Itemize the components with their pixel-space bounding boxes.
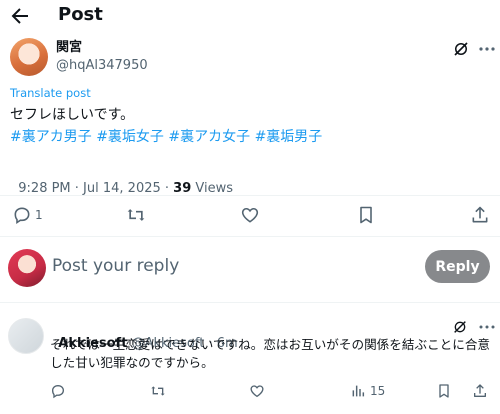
views-count: 39 — [173, 181, 192, 196]
avatar[interactable] — [10, 38, 48, 76]
more-icon[interactable] — [478, 41, 496, 57]
grok-icon[interactable] — [452, 319, 468, 335]
share-icon — [474, 384, 486, 397]
post-text: セフレほしいです。 — [10, 107, 135, 123]
heart-icon — [250, 385, 264, 398]
avatar — [8, 249, 46, 287]
reply-count: 1 — [35, 208, 43, 222]
more-icon[interactable] — [478, 320, 496, 334]
bookmark-action[interactable] — [436, 383, 452, 399]
avatar[interactable] — [8, 318, 44, 354]
views-action[interactable]: 15 — [350, 383, 385, 399]
views-label: Views — [191, 181, 234, 196]
hashtags: #裏アカ男子 #裏垢女子 #裏アカ女子 #裏垢男子 — [10, 127, 322, 147]
hashtag-link[interactable]: #裏アカ女子 — [168, 129, 250, 145]
share-icon — [472, 206, 488, 223]
comment-icon — [51, 384, 65, 399]
page-title: Post — [58, 4, 103, 25]
like-action[interactable] — [249, 383, 265, 399]
repost-icon — [127, 209, 145, 221]
repost-action[interactable] — [126, 205, 146, 225]
divider — [0, 302, 500, 303]
divider — [0, 195, 500, 196]
author-name[interactable]: 関宮 — [56, 39, 82, 56]
reply-action[interactable]: 1 — [12, 205, 43, 225]
author-handle[interactable]: @hqAl347950 — [56, 57, 148, 74]
bookmark-icon — [360, 206, 372, 224]
share-action[interactable] — [470, 205, 490, 225]
repost-icon — [151, 386, 165, 396]
reply-text-line: それでは一生恋愛はできないですね。恋はお互いがその関係を結ぶことに合意 — [50, 337, 491, 352]
hashtag-link[interactable]: #裏垢男子 — [255, 129, 323, 145]
back-button[interactable] — [8, 4, 32, 28]
views-count: 15 — [370, 384, 386, 398]
post-timestamp[interactable]: 9:28 PM · Jul 14, 2025 · — [18, 181, 173, 196]
share-action[interactable] — [472, 383, 488, 399]
hashtag-link[interactable]: #裏垢女子 — [96, 129, 164, 145]
analytics-icon — [352, 385, 365, 397]
bookmark-icon — [439, 384, 449, 398]
grok-icon[interactable] — [452, 40, 470, 58]
reply-button[interactable]: Reply — [425, 250, 490, 283]
comment-icon — [14, 207, 30, 224]
reply-input[interactable]: Post your reply — [52, 255, 179, 277]
heart-icon — [241, 207, 259, 223]
translate-post-link[interactable]: Translate post — [10, 86, 91, 101]
bookmark-action[interactable] — [356, 205, 376, 225]
divider — [0, 236, 500, 237]
hashtag-link[interactable]: #裏アカ男子 — [10, 129, 92, 145]
arrow-left-icon — [11, 8, 28, 24]
post-meta: 9:28 PM · Jul 14, 2025 · 39 Views — [10, 163, 233, 197]
reply-action[interactable] — [50, 383, 66, 399]
like-action[interactable] — [240, 205, 260, 225]
reply-text-line: した甘い犯罪なのですから。 — [50, 355, 214, 370]
repost-action[interactable] — [150, 383, 166, 399]
